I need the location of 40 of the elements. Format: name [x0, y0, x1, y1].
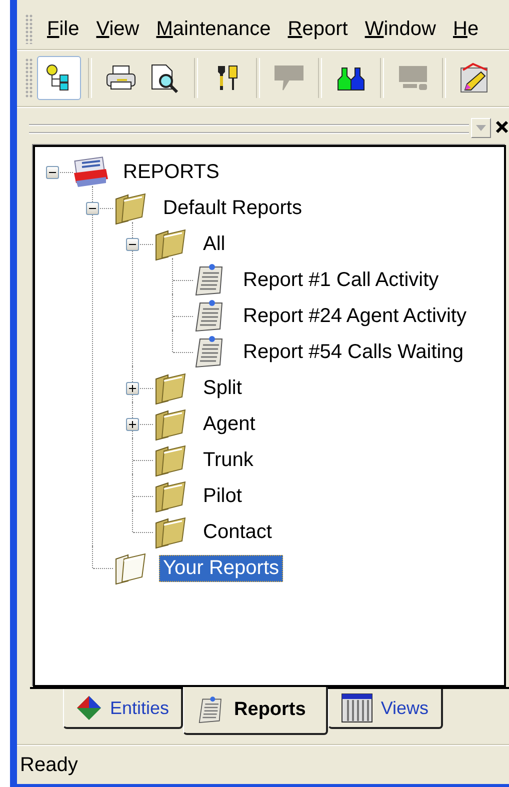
collapse-toggle[interactable]	[46, 166, 59, 178]
tree-item[interactable]: Pilot	[199, 482, 246, 510]
tree-item[interactable]: Contact	[199, 518, 276, 546]
tree-item[interactable]: All	[199, 230, 230, 258]
monitor-icon	[397, 64, 429, 92]
tree-item[interactable]: Split	[199, 374, 246, 402]
print-icon	[105, 65, 137, 91]
expand-toggle[interactable]	[126, 418, 139, 430]
tree-item[interactable]: Report #1 Call Activity	[239, 266, 443, 294]
grip-handle[interactable]	[25, 14, 33, 44]
menu-item[interactable]: Report	[280, 16, 356, 42]
diamond-icon	[76, 695, 102, 721]
collapse-toggle[interactable]	[86, 202, 99, 214]
tree-item[interactable]: Your Reports	[159, 554, 283, 582]
toolbar-button[interactable]	[37, 56, 81, 100]
menu-item[interactable]: View	[88, 16, 148, 42]
menu-item[interactable]: Window	[356, 16, 444, 42]
tree-item[interactable]: Report #24 Agent Activity	[239, 302, 470, 330]
tree-item[interactable]: Default Reports	[159, 194, 306, 222]
status-text: Ready	[20, 754, 78, 776]
tab[interactable]: Reports	[183, 687, 328, 735]
tree-item[interactable]: Report #54 Calls Waiting	[239, 338, 468, 366]
tree-item[interactable]: REPORTS	[119, 158, 224, 186]
expand-toggle[interactable]	[126, 382, 139, 394]
menu-item[interactable]: He	[444, 16, 487, 42]
menu-item[interactable]: Maintenance	[148, 16, 279, 42]
collapse-toggle[interactable]	[126, 238, 139, 250]
reports-stack-icon	[72, 155, 110, 189]
tools-icon	[215, 64, 239, 92]
tab[interactable]: Entities	[63, 689, 184, 729]
pane-grip-bar[interactable]	[29, 124, 469, 132]
print-preview-icon	[150, 63, 180, 93]
tab[interactable]: Views	[328, 689, 443, 729]
columns-window-icon	[340, 693, 373, 723]
menu-item[interactable]: File	[39, 16, 88, 42]
caret-icon	[476, 125, 486, 131]
comment-icon	[273, 64, 305, 92]
tree-item[interactable]: Agent	[199, 410, 260, 438]
grip-handle[interactable]	[25, 58, 33, 98]
tree-item[interactable]: Trunk	[199, 446, 258, 474]
